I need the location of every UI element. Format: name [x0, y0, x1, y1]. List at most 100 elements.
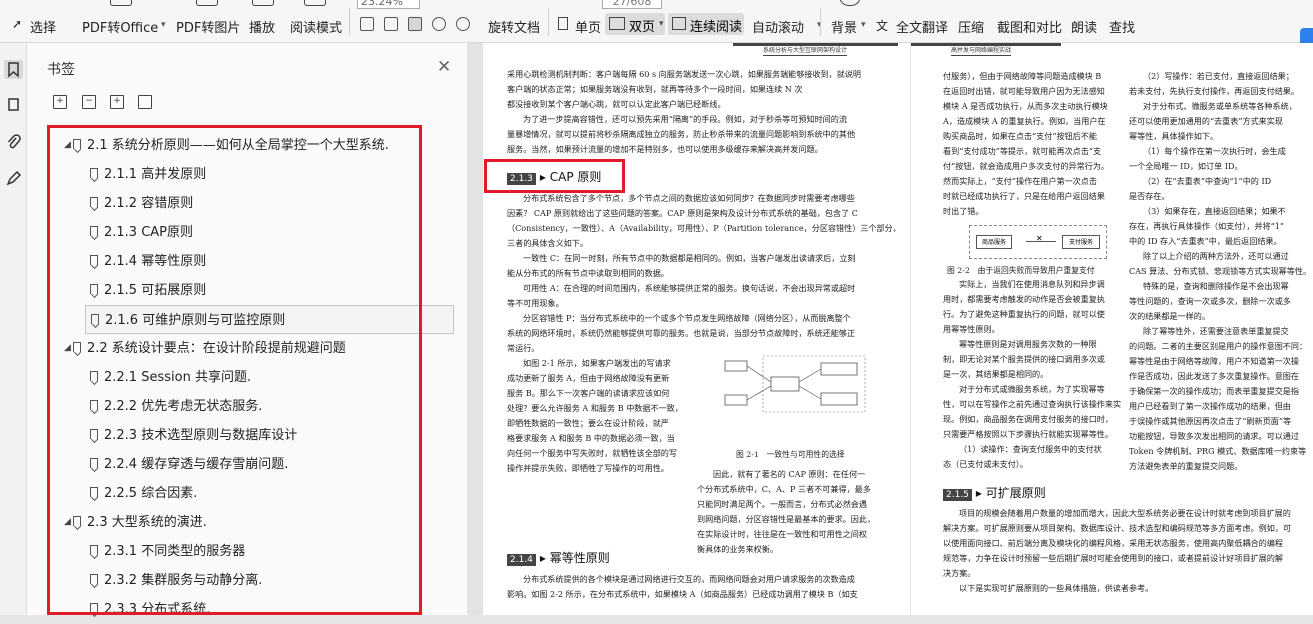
thumbnails-button[interactable]: [4, 95, 23, 114]
tree-item[interactable]: 2.2.3 技术选型原则与数据库设计: [90, 421, 297, 450]
bookmark-panel: 书签 ✕ + − + ◢ 2.1 系统分析原则——如何从全局掌控一个大型系统. 2…: [27, 43, 492, 617]
running-header: 系统分析与大型互联网架构设计: [763, 47, 848, 56]
tree-item[interactable]: 2.1.2 容错原则: [90, 189, 193, 218]
pdf-office-icon: [110, 0, 132, 6]
bookmark-icon: [90, 545, 98, 555]
bookmark-panel-button[interactable]: [4, 60, 23, 79]
bookmark-icon: [73, 342, 81, 352]
section-heading-2-1-5: 2.1.5 ▸ 可扩展原则: [943, 484, 1046, 501]
tree-item[interactable]: 2.2.5 综合因素.: [90, 479, 197, 508]
tree-item[interactable]: 2.2.2 优先考虑无状态服务.: [90, 392, 262, 421]
fit-page-icon[interactable]: [408, 17, 422, 31]
attachments-button[interactable]: [4, 132, 23, 151]
figure-2-1-caption: 图 2-1 一致性与可用性的选择: [736, 450, 845, 459]
pdf-image-icon: [196, 0, 218, 6]
autoscroll-button[interactable]: 自动滚动▾: [752, 0, 824, 43]
tree-item[interactable]: 2.2.1 Session 共享问题.: [90, 363, 251, 392]
tree-item[interactable]: 2.1.1 高并发原则: [90, 160, 206, 189]
rotate-document-button[interactable]: 旋转文档: [488, 0, 543, 43]
tree-item-selected[interactable]: 2.1.6 可维护原则与可监控原则: [85, 305, 454, 334]
sidebar-strip: [0, 43, 27, 615]
tree-item[interactable]: ◢ 2.3 大型系统的演进.: [64, 508, 207, 537]
section-heading-2-1-4: 2.1.4 ▸ 幂等性原则: [507, 549, 610, 566]
continuous-icon: [672, 17, 686, 30]
tree-item[interactable]: ◢ 2.1 系统分析原则——如何从全局掌控一个大型系统.: [64, 131, 389, 160]
document-view[interactable]: 系统分析与大型互联网架构设计 采用心跳检测机制判断：客户端每隔 60 s 向服务…: [467, 43, 1313, 615]
close-icon[interactable]: ✕: [437, 57, 451, 77]
page-number-input[interactable]: 27/608: [602, 0, 662, 9]
tree-item[interactable]: 2.3.2 集群服务与动静分离.: [90, 566, 262, 595]
fit-width-icon[interactable]: [360, 17, 374, 31]
full-translate-button[interactable]: 文 全文翻译: [876, 0, 948, 43]
bookmark-icon: [90, 197, 98, 207]
running-header: 高并发与网络编程实战: [951, 47, 1012, 56]
figure-2-2-caption: 图 2-2 由于返回失败而导致用户重复支付: [947, 266, 1095, 275]
pdf-to-image-button[interactable]: PDF转图片: [176, 0, 240, 43]
double-page-icon: [609, 17, 625, 30]
figure-2-1-diagram: [724, 355, 866, 413]
tree-item[interactable]: 2.1.3 CAP原则: [90, 218, 193, 247]
bookmark-icon: [90, 400, 98, 410]
select-label: 选择: [30, 21, 57, 36]
double-page-button[interactable]: 双页 ▾: [605, 13, 665, 35]
play-button[interactable]: 播放: [249, 0, 277, 43]
collapse-arrow-icon[interactable]: ◢: [64, 334, 73, 363]
bookmark-icon: [90, 574, 98, 584]
select-tool[interactable]: ➚ 选择: [8, 0, 63, 43]
page-right: 高并发与网络编程实战 付服务），但由于网络故障等问题造成模块 B 在返回时出错，…: [911, 43, 1313, 615]
bookmark-icon: [90, 487, 98, 497]
collapse-arrow-icon[interactable]: ◢: [64, 508, 73, 537]
read-mode-button[interactable]: 阅读模式: [290, 0, 342, 43]
payment-service-box: 支付服务: [1062, 235, 1100, 249]
chevron-down-icon: ▾: [659, 19, 664, 29]
separator: [820, 8, 821, 36]
palette-icon: [839, 0, 861, 6]
bookmark-icon: [73, 139, 81, 149]
bookmark-icon: [90, 284, 98, 294]
page-left: 系统分析与大型互联网架构设计 采用心跳检测机制判断：客户端每隔 60 s 向服务…: [483, 43, 910, 615]
tree-item[interactable]: 2.3.1 不同类型的服务器: [90, 537, 245, 566]
find-button[interactable]: 查找: [1109, 0, 1137, 43]
add-bookmark-icon[interactable]: +: [110, 95, 124, 109]
rotate-right-icon[interactable]: [456, 17, 470, 31]
bookmark-icon: [90, 226, 98, 236]
cursor-icon: ➚: [12, 17, 23, 31]
pages-icon: [8, 98, 19, 111]
bookmark-icon: [90, 371, 98, 381]
compress-button[interactable]: 压缩: [958, 0, 986, 43]
screenshot-compare-button[interactable]: 截图和对比: [997, 0, 1062, 43]
continuous-read-button[interactable]: 连续阅读: [668, 13, 744, 35]
separator: [548, 8, 549, 36]
bookmark-icon: [90, 429, 98, 439]
tree-item[interactable]: ◢ 2.2 系统设计要点：在设计阶段提前规避问题: [64, 334, 346, 363]
bookmark-icon: [90, 168, 98, 178]
play-icon: [252, 0, 274, 6]
book-icon: [304, 0, 326, 6]
tree-item[interactable]: 2.1.4 幂等性原则: [90, 247, 206, 276]
panel-title: 书签: [47, 62, 75, 78]
product-service-box: 商品服务: [976, 235, 1012, 249]
figure-2-2-diagram: 商品服务 ✕ 支付服务: [969, 225, 1107, 259]
single-page-button[interactable]: 单页: [556, 0, 602, 43]
bookmark-outline-icon[interactable]: [138, 95, 152, 109]
collapse-all-icon[interactable]: −: [82, 95, 96, 109]
tree-item[interactable]: 2.3.3 分布式系统.: [90, 595, 210, 624]
read-aloud-button[interactable]: 朗读: [1071, 0, 1099, 43]
pdf-to-office-button[interactable]: PDF转Office ▾: [82, 0, 167, 43]
expand-all-icon[interactable]: +: [53, 95, 67, 109]
paperclip-icon: [7, 134, 21, 149]
x-mark-icon: ✕: [1036, 234, 1043, 243]
rotate-left-icon[interactable]: [432, 17, 446, 31]
collapse-arrow-icon[interactable]: ◢: [64, 131, 73, 160]
bookmark-icon: [91, 314, 99, 324]
tree-item[interactable]: 2.2.4 缓存穿透与缓存雪崩问题.: [90, 450, 288, 479]
zoom-input[interactable]: 23.24%: [357, 0, 420, 9]
chevron-down-icon: ▾: [161, 20, 166, 30]
background-button[interactable]: 背景 ▾: [831, 0, 871, 43]
tree-item[interactable]: 2.1.5 可拓展原则: [90, 276, 206, 305]
actual-size-icon[interactable]: [384, 17, 398, 31]
pen-icon: [6, 170, 22, 186]
separator: [349, 8, 350, 36]
translate-icon: 文: [876, 19, 889, 33]
signature-button[interactable]: [4, 169, 23, 188]
